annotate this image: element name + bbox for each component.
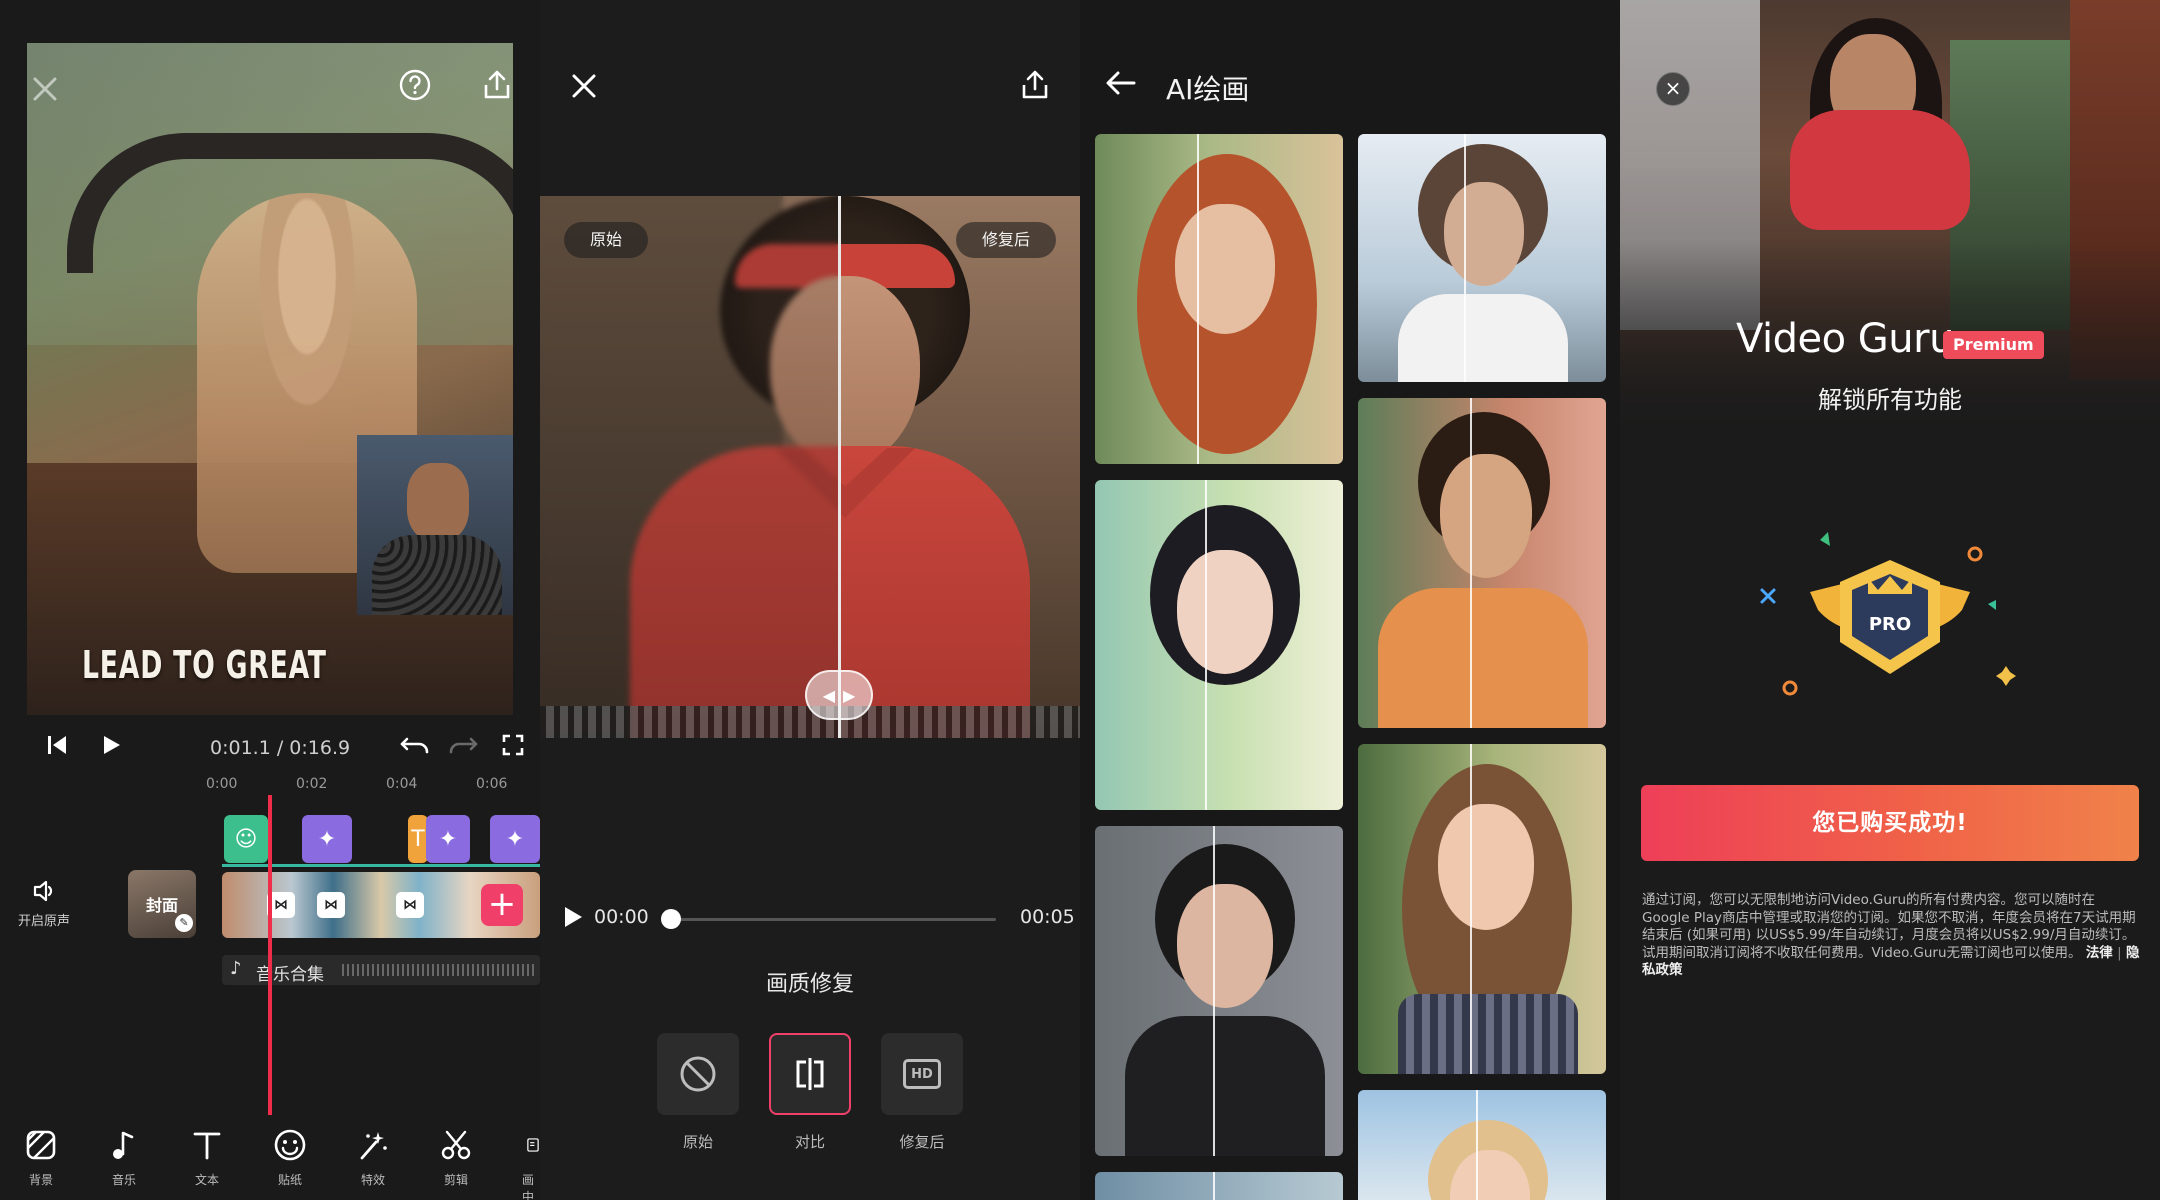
tool-cut[interactable]: 剪辑 bbox=[420, 1123, 492, 1188]
before-tag: 原始 bbox=[564, 222, 649, 258]
text-overlay[interactable]: LEAD TO GREAT bbox=[82, 643, 327, 687]
help-icon[interactable] bbox=[396, 66, 434, 104]
bottom-toolbar: 背景 音乐 文本 贴纸 特效 剪辑 画中 bbox=[0, 1115, 540, 1200]
hero-image bbox=[1620, 0, 2160, 440]
gallery-item[interactable] bbox=[1358, 134, 1606, 382]
video-editor-panel: LEAD TO GREAT 0:01.1 / 0:16.9 0:00 0:02 … bbox=[0, 0, 540, 1200]
effects-icon bbox=[337, 1123, 409, 1167]
mode-compare[interactable]: 对比 bbox=[769, 1033, 851, 1152]
current-time: 00:00 bbox=[594, 906, 649, 928]
tool-background[interactable]: 背景 bbox=[5, 1123, 77, 1188]
compare-divider[interactable] bbox=[838, 196, 841, 738]
magic-wand-icon: ✦ bbox=[438, 826, 458, 852]
text-icon bbox=[171, 1123, 243, 1167]
mode-repaired[interactable]: HD 修复后 bbox=[881, 1033, 963, 1152]
tool-music[interactable]: 音乐 bbox=[88, 1123, 160, 1188]
legal-link[interactable]: 法律 bbox=[2086, 945, 2113, 961]
smile-icon: ☺ bbox=[234, 826, 258, 852]
pro-emblem-icon: PRO bbox=[1700, 520, 2080, 720]
tool-text[interactable]: 文本 bbox=[171, 1123, 243, 1188]
hd-icon: HD bbox=[881, 1033, 963, 1115]
timeline-ruler: 0:00 0:02 0:04 0:06 bbox=[206, 776, 508, 792]
progress-knob[interactable] bbox=[661, 909, 681, 929]
tool-effects[interactable]: 特效 bbox=[337, 1123, 409, 1188]
cut-icon bbox=[420, 1123, 492, 1167]
play-icon[interactable] bbox=[96, 730, 126, 760]
close-icon[interactable] bbox=[28, 72, 62, 106]
redo-icon[interactable] bbox=[446, 730, 480, 760]
ai-painting-panel: AI绘画 bbox=[1080, 0, 1620, 1200]
gallery-item[interactable] bbox=[1095, 480, 1343, 810]
pip-overlay[interactable] bbox=[357, 435, 513, 615]
gallery-item[interactable] bbox=[1358, 1090, 1606, 1200]
compare-icon bbox=[769, 1033, 851, 1115]
progress-track[interactable] bbox=[671, 918, 996, 921]
arrow-left-icon[interactable] bbox=[1104, 66, 1138, 100]
original-icon bbox=[657, 1033, 739, 1115]
compare-slider-handle[interactable]: ◀ ▶ bbox=[805, 670, 873, 720]
compare-image[interactable] bbox=[540, 196, 1080, 738]
page-title: AI绘画 bbox=[1166, 73, 1250, 106]
close-icon[interactable] bbox=[566, 68, 602, 104]
magic-wand-icon: ✦ bbox=[317, 826, 337, 852]
arrow-left-icon: ◀ bbox=[822, 685, 835, 705]
music-note-icon: ♪ bbox=[230, 958, 242, 979]
export-icon[interactable] bbox=[1016, 66, 1054, 104]
tool-sticker[interactable]: 贴纸 bbox=[254, 1123, 326, 1188]
svg-text:PRO: PRO bbox=[1869, 614, 1911, 635]
gallery-item[interactable] bbox=[1358, 744, 1606, 1074]
gallery-item[interactable] bbox=[1095, 134, 1343, 464]
transition-icon[interactable]: ⋈ bbox=[396, 892, 424, 918]
add-clip-button[interactable]: + bbox=[481, 884, 523, 926]
text-clip[interactable]: T bbox=[408, 815, 428, 863]
playhead[interactable] bbox=[268, 795, 272, 1115]
pip-icon bbox=[500, 1123, 540, 1167]
close-icon[interactable]: × bbox=[1656, 72, 1690, 106]
quality-repair-panel: 原始 修复后 ◀ ▶ 00:00 00:05 画质修复 原始 对比 HD 修复后 bbox=[540, 0, 1080, 1200]
transition-icon[interactable]: ⋈ bbox=[317, 892, 345, 918]
sticker-icon bbox=[254, 1123, 326, 1167]
text-icon: T bbox=[411, 826, 425, 852]
mode-original[interactable]: 原始 bbox=[657, 1033, 739, 1152]
effect-clip[interactable]: ✦ bbox=[490, 815, 540, 863]
magic-wand-icon: ✦ bbox=[505, 826, 525, 852]
export-icon[interactable] bbox=[478, 66, 516, 104]
purchase-success-button[interactable]: 您已购买成功! bbox=[1641, 785, 2139, 861]
gallery-item[interactable] bbox=[1095, 1172, 1343, 1200]
pencil-icon[interactable]: ✎ bbox=[175, 914, 193, 932]
section-title: 画质修复 bbox=[765, 972, 854, 997]
unlock-subtitle: 解锁所有功能 bbox=[1818, 386, 1962, 414]
undo-icon[interactable] bbox=[398, 730, 432, 760]
video-preview[interactable]: LEAD TO GREAT bbox=[27, 43, 513, 715]
play-icon[interactable] bbox=[562, 905, 584, 929]
gallery-item[interactable] bbox=[1358, 398, 1606, 728]
premium-badge: Premium bbox=[1943, 331, 2044, 359]
gallery-item[interactable] bbox=[1095, 826, 1343, 1156]
effect-clip[interactable]: ✦ bbox=[426, 815, 470, 863]
arrow-right-icon: ▶ bbox=[843, 685, 856, 705]
brand-logo: Video Guru bbox=[1736, 316, 1954, 362]
tool-pip[interactable]: 画中 bbox=[500, 1123, 540, 1200]
subscription-terms: 通过订阅，您可以无限制地访问Video.Guru的所有付费内容。您可以随时在Go… bbox=[1642, 892, 2140, 978]
after-tag: 修复后 bbox=[955, 222, 1056, 258]
original-sound-toggle[interactable]: 开启原声 bbox=[8, 878, 80, 929]
premium-panel: × Video Guru Premium 解锁所有功能 PRO 您已购买成功! … bbox=[1620, 0, 2160, 1200]
background-icon bbox=[5, 1123, 77, 1167]
sticker-clip[interactable]: ☺ bbox=[224, 815, 268, 863]
total-time: 00:05 bbox=[1020, 906, 1075, 928]
skip-back-icon[interactable] bbox=[42, 730, 72, 760]
speaker-icon bbox=[8, 878, 80, 904]
timecode: 0:01.1 / 0:16.9 bbox=[210, 737, 351, 759]
music-icon bbox=[88, 1123, 160, 1167]
effect-clip[interactable]: ✦ bbox=[302, 815, 352, 863]
fullscreen-icon[interactable] bbox=[498, 730, 528, 760]
